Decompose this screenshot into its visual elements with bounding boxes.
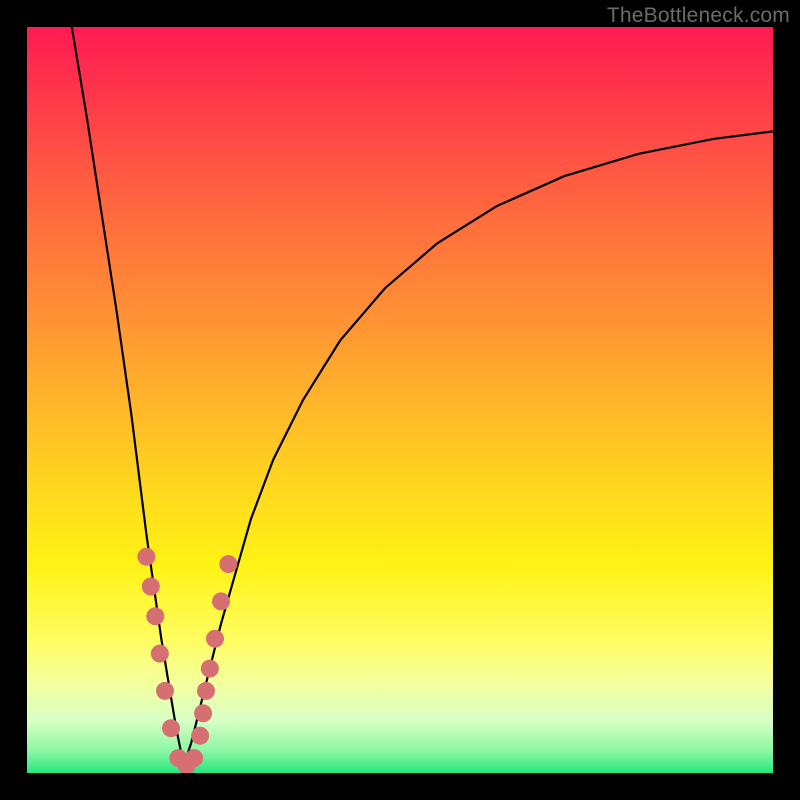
curve-svg: [27, 27, 773, 773]
marker-dot: [185, 749, 203, 767]
marker-dot: [156, 682, 174, 700]
marker-group: [137, 548, 237, 773]
marker-dot: [201, 660, 219, 678]
watermark-text: TheBottleneck.com: [607, 4, 790, 28]
curve-right-branch: [184, 131, 773, 765]
plot-area: [27, 27, 773, 773]
marker-dot: [212, 592, 230, 610]
marker-dot: [162, 719, 180, 737]
marker-dot: [206, 630, 224, 648]
chart-frame: TheBottleneck.com: [0, 0, 800, 800]
marker-dot: [142, 578, 160, 596]
marker-dot: [194, 704, 212, 722]
marker-dot: [137, 548, 155, 566]
marker-dot: [151, 645, 169, 663]
marker-dot: [197, 682, 215, 700]
marker-dot: [146, 607, 164, 625]
marker-dot: [191, 727, 209, 745]
marker-dot: [219, 555, 237, 573]
